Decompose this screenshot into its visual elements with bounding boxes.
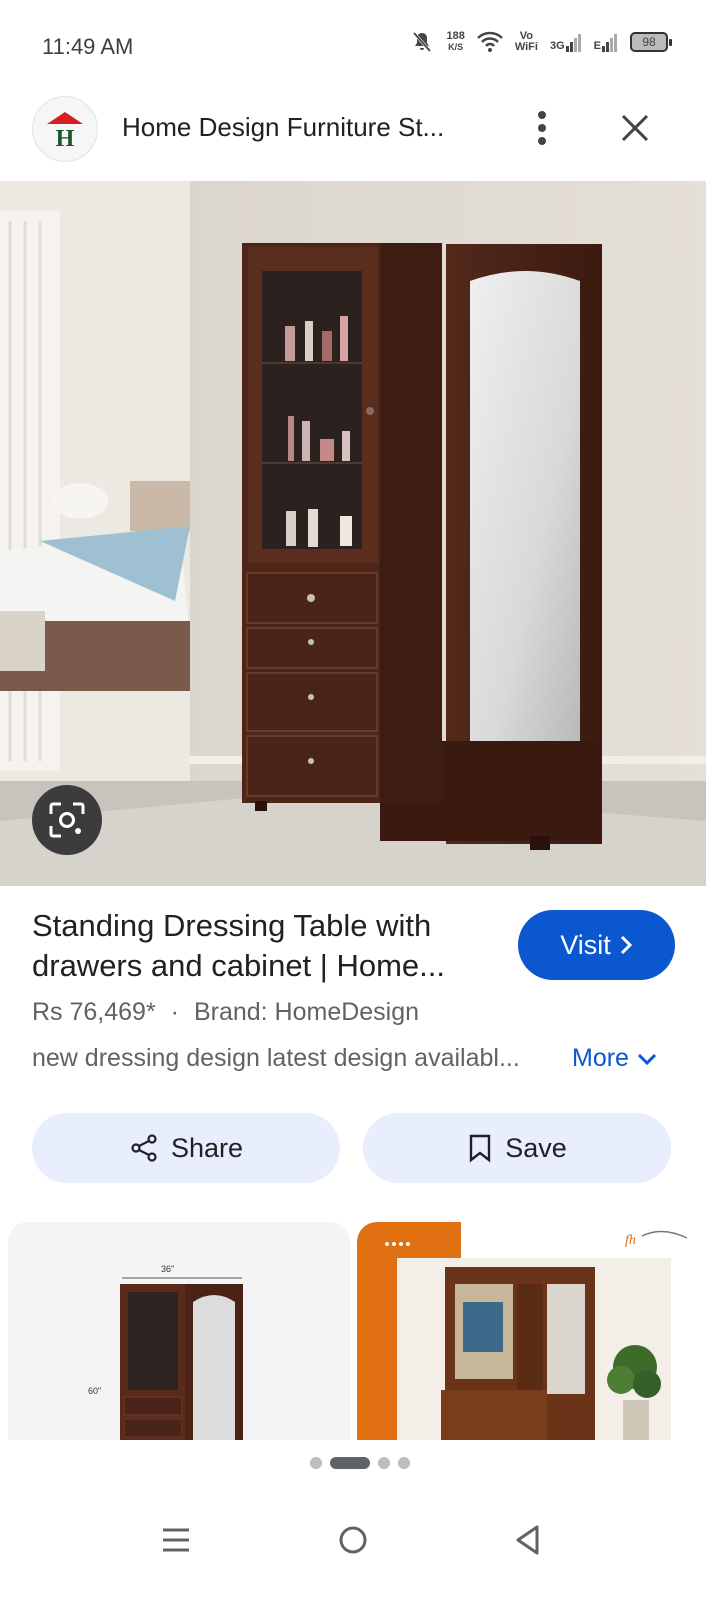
logo-letter: H bbox=[56, 126, 75, 150]
more-vert-icon bbox=[538, 111, 546, 145]
site-logo[interactable]: H bbox=[32, 96, 98, 162]
battery-level: 98 bbox=[642, 35, 656, 49]
pager-dot[interactable] bbox=[398, 1457, 410, 1469]
signal-bars-icon bbox=[565, 34, 581, 52]
header: H Home Design Furniture St... bbox=[0, 92, 720, 180]
status-time: 11:49 AM bbox=[42, 34, 134, 59]
bookmark-icon bbox=[470, 1134, 491, 1163]
status-icons: 188 K/S Vo WiFi 3G E 98 bbox=[410, 30, 672, 54]
recent-apps-button[interactable] bbox=[146, 1510, 206, 1570]
related-card[interactable]: fh bbox=[357, 1222, 698, 1440]
product-title[interactable]: Standing Dressing Table with drawers and… bbox=[32, 906, 492, 986]
site-title[interactable]: Home Design Furniture St... bbox=[122, 112, 444, 143]
pager-dot-active[interactable] bbox=[330, 1457, 370, 1469]
chevron-right-icon bbox=[620, 935, 632, 955]
save-button[interactable]: Save bbox=[363, 1113, 671, 1183]
pager-dot[interactable] bbox=[310, 1457, 322, 1469]
home-circle-icon bbox=[339, 1526, 367, 1554]
volte-bottom: WiFi bbox=[514, 41, 538, 53]
mute-bell-icon bbox=[413, 32, 432, 52]
menu-icon bbox=[163, 1528, 189, 1552]
close-icon bbox=[621, 114, 649, 142]
close-button[interactable] bbox=[612, 104, 658, 152]
image-pager bbox=[0, 1457, 720, 1469]
more-options-button[interactable] bbox=[524, 104, 560, 152]
price-brand-line: Rs 76,469* · Brand: HomeDesign bbox=[32, 998, 419, 1027]
signal-1: 3G bbox=[550, 32, 582, 52]
signal-bars-icon bbox=[602, 34, 617, 52]
furniture-brand-logo: fh bbox=[625, 1233, 636, 1248]
pager-dot[interactable] bbox=[378, 1457, 390, 1469]
data-rate-value: 188 bbox=[446, 30, 465, 42]
separator: · bbox=[170, 998, 179, 1026]
width-dimension-label: 36" bbox=[161, 1264, 174, 1274]
status-bar: 11:49 AM 188 K/S Vo WiFi 3G E 98 bbox=[0, 0, 720, 92]
back-button[interactable] bbox=[498, 1510, 558, 1570]
home-button[interactable] bbox=[323, 1510, 383, 1570]
chevron-down-icon bbox=[637, 1053, 657, 1065]
signal-2: E bbox=[594, 32, 618, 52]
home-logo-icon: H bbox=[47, 112, 83, 150]
lens-search-button[interactable] bbox=[32, 785, 102, 855]
visit-label: Visit bbox=[560, 929, 611, 960]
network-type-2: E bbox=[593, 40, 601, 52]
volte-indicator: Vo WiFi bbox=[515, 31, 538, 53]
product-image[interactable] bbox=[0, 181, 706, 886]
system-nav-bar bbox=[0, 1500, 720, 1600]
more-button[interactable]: More bbox=[572, 1044, 657, 1073]
visit-button[interactable]: Visit bbox=[518, 910, 675, 980]
share-label: Share bbox=[170, 1132, 244, 1163]
network-type-1: 3G bbox=[549, 40, 565, 52]
save-label: Save bbox=[505, 1132, 567, 1163]
back-triangle-icon bbox=[516, 1525, 539, 1555]
price: Rs 76,469* bbox=[32, 998, 156, 1026]
description: new dressing design latest design availa… bbox=[32, 1044, 520, 1072]
more-label: More bbox=[572, 1044, 629, 1072]
related-dressing-table-image: 36" 60" bbox=[8, 1222, 350, 1440]
brand: Brand: HomeDesign bbox=[193, 998, 420, 1026]
wifi-icon bbox=[476, 31, 503, 52]
dressing-table-illustration bbox=[0, 181, 706, 886]
height-dimension-label: 60" bbox=[88, 1386, 101, 1396]
lens-icon bbox=[49, 802, 85, 838]
data-rate-unit: K/S bbox=[448, 42, 464, 52]
share-icon bbox=[131, 1134, 157, 1162]
related-dresser-image: fh bbox=[357, 1222, 698, 1440]
related-card[interactable]: 36" 60" bbox=[8, 1222, 350, 1440]
battery-icon: 98 bbox=[630, 32, 672, 52]
share-button[interactable]: Share bbox=[32, 1113, 340, 1183]
data-rate: 188 K/S bbox=[446, 31, 464, 53]
